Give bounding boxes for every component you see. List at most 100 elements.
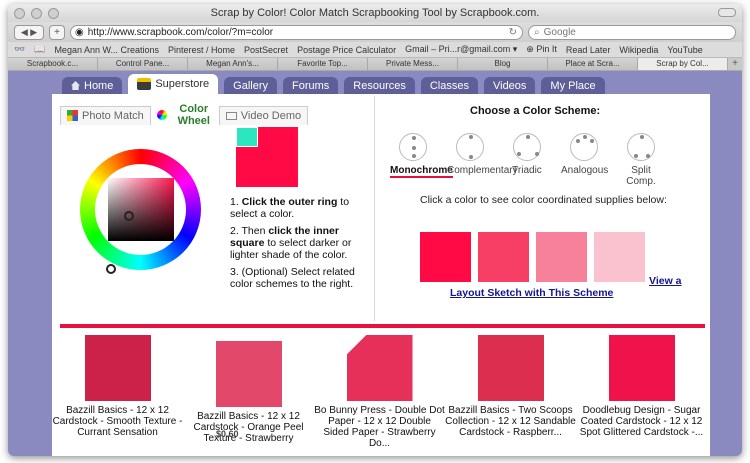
bookmark-item[interactable]: PostSecret bbox=[244, 45, 288, 55]
product-title[interactable]: Bazzill Basics - 12 x 12 Cardstock - Smo… bbox=[52, 405, 183, 438]
ring-selector-marker[interactable] bbox=[124, 211, 134, 221]
product-card[interactable]: Bazzill Basics - 12 x 12 Cardstock - Ora… bbox=[183, 335, 314, 449]
product-image[interactable] bbox=[477, 335, 544, 401]
product-card[interactable]: Doodlebug Design - Sugar Coated Cardstoc… bbox=[576, 335, 707, 449]
product-title[interactable]: Bazzill Basics - 12 x 12 Cardstock - Ora… bbox=[183, 411, 314, 444]
product-card[interactable]: Bazzill Basics - 12 x 12 Cardstock - Smo… bbox=[52, 335, 183, 449]
store-icon bbox=[137, 78, 152, 90]
instruction-step-1: 1. Click the outer ring to select a colo… bbox=[230, 196, 350, 220]
zoom-window-button[interactable] bbox=[48, 8, 59, 19]
bookmark-item[interactable]: Read Later bbox=[566, 45, 611, 55]
bookmark-item[interactable]: Gmail – Pri...r@gmail.com ▾ bbox=[405, 44, 517, 55]
bookmark-item[interactable]: YouTube bbox=[667, 45, 702, 55]
browser-tab[interactable]: Favorite Top... bbox=[278, 58, 368, 70]
window-controls bbox=[14, 8, 59, 19]
address-bar[interactable]: ◉ http://www.scrapbook.com/color/?m=colo… bbox=[70, 24, 523, 40]
nav-tab-classes[interactable]: Classes bbox=[420, 77, 478, 94]
tab-color-wheel[interactable]: Color Wheel bbox=[150, 100, 219, 130]
product-image[interactable] bbox=[84, 335, 151, 401]
nav-tab-label: Videos bbox=[492, 79, 527, 92]
scheme-swatches bbox=[420, 232, 645, 282]
nav-tab-label: Resources bbox=[353, 79, 406, 92]
browser-tab-active[interactable]: Scrap by Col... bbox=[638, 58, 728, 70]
toolbar-toggle-button[interactable] bbox=[718, 8, 736, 17]
accent-divider bbox=[60, 324, 705, 328]
instruction-text: 2. Then bbox=[230, 225, 269, 237]
shade-square[interactable] bbox=[108, 178, 174, 241]
product-title[interactable]: Bazzill Basics - Two Scoops Collection -… bbox=[445, 405, 576, 438]
browser-tab[interactable]: Blog bbox=[458, 58, 548, 70]
color-wheel-icon bbox=[156, 110, 167, 120]
product-title[interactable]: Doodlebug Design - Sugar Coated Cardstoc… bbox=[576, 405, 707, 438]
color-swatch[interactable] bbox=[536, 232, 587, 282]
scheme-label: Triadic bbox=[512, 165, 542, 176]
nav-tab-home[interactable]: Home bbox=[62, 77, 123, 94]
show-all-bookmarks-icon[interactable]: 📖 bbox=[34, 44, 45, 55]
browser-tab[interactable]: Place at Scra... bbox=[548, 58, 638, 70]
nav-tab-gallery[interactable]: Gallery bbox=[224, 77, 277, 94]
reload-icon[interactable]: ↻ bbox=[509, 26, 517, 39]
bookmark-item[interactable]: ⊕ Pin It bbox=[526, 44, 557, 55]
scheme-label: Analogous bbox=[561, 165, 609, 176]
bookmarks-bar: 👓 📖 Megan Ann W... Creations Pinterest /… bbox=[8, 42, 742, 58]
color-swatch[interactable] bbox=[478, 232, 529, 282]
split-complementary-icon bbox=[627, 133, 655, 161]
window-titlebar: Scrap by Color! Color Match Scrapbooking… bbox=[8, 4, 742, 22]
product-image[interactable] bbox=[608, 335, 675, 401]
scheme-label: Split Comp. bbox=[626, 165, 656, 187]
panel-divider bbox=[374, 96, 375, 321]
product-title[interactable]: Bo Bunny Press - Double Dot Paper - 12 x… bbox=[314, 405, 445, 449]
shade-selector-marker[interactable] bbox=[106, 264, 116, 274]
site-nav: Home Superstore Gallery Forums Resources… bbox=[52, 71, 710, 94]
color-swatch[interactable] bbox=[594, 232, 645, 282]
nav-tab-label: Superstore bbox=[155, 78, 210, 90]
product-image[interactable] bbox=[215, 341, 282, 407]
add-bookmark-icon[interactable]: + bbox=[49, 24, 65, 40]
minimize-window-button[interactable] bbox=[31, 8, 42, 19]
scheme-triadic[interactable]: Triadic bbox=[504, 133, 550, 187]
bookmark-item[interactable]: Pinterest / Home bbox=[168, 45, 235, 55]
browser-tab[interactable]: Scrapbook.c... bbox=[8, 58, 98, 70]
page-content: Home Superstore Gallery Forums Resources… bbox=[52, 71, 710, 456]
product-image[interactable] bbox=[346, 335, 413, 401]
reading-list-icon[interactable]: 👓 bbox=[14, 44, 25, 55]
bookmark-item[interactable]: Postage Price Calculator bbox=[297, 45, 396, 55]
nav-tab-label: My Place bbox=[550, 79, 596, 92]
nav-tab-forums[interactable]: Forums bbox=[283, 77, 339, 94]
product-card[interactable]: Bazzill Basics - Two Scoops Collection -… bbox=[445, 335, 576, 449]
bookmark-item[interactable]: Wikipedia bbox=[619, 45, 658, 55]
scheme-complementary[interactable]: Complementary bbox=[447, 133, 518, 187]
back-forward-button[interactable]: ◀ ▶ bbox=[14, 24, 44, 40]
scheme-split-complementary[interactable]: Split Comp. bbox=[618, 133, 664, 187]
nav-tab-label: Gallery bbox=[233, 79, 268, 92]
complementary-icon bbox=[456, 133, 484, 161]
scheme-analogous[interactable]: Analogous bbox=[561, 133, 609, 187]
close-window-button[interactable] bbox=[14, 8, 25, 19]
scheme-options: Monochrome Complementary Triadic Analogo… bbox=[390, 133, 664, 187]
nav-tab-superstore[interactable]: Superstore bbox=[128, 74, 219, 94]
browser-tabstrip: Scrapbook.c... Control Pane... Megan Ann… bbox=[8, 58, 742, 71]
window-title: Scrap by Color! Color Match Scrapbooking… bbox=[210, 7, 540, 19]
product-list: Bazzill Basics - 12 x 12 Cardstock - Smo… bbox=[52, 335, 710, 449]
nav-tab-videos[interactable]: Videos bbox=[483, 77, 536, 94]
new-tab-button[interactable]: + bbox=[728, 58, 742, 70]
tab-video-demo[interactable]: Video Demo bbox=[218, 105, 309, 125]
tab-photo-match[interactable]: Photo Match bbox=[60, 105, 151, 125]
analogous-icon bbox=[570, 133, 598, 161]
nav-tab-resources[interactable]: Resources bbox=[344, 77, 415, 94]
scheme-monochrome[interactable]: Monochrome bbox=[390, 133, 453, 187]
color-swatch[interactable] bbox=[420, 232, 471, 282]
product-card[interactable]: Bo Bunny Press - Double Dot Paper - 12 x… bbox=[314, 335, 445, 449]
browser-tab[interactable]: Control Pane... bbox=[98, 58, 188, 70]
layout-sketch-link[interactable]: Layout Sketch with This Scheme bbox=[450, 287, 613, 299]
browser-tab[interactable]: Private Mess... bbox=[368, 58, 458, 70]
search-field[interactable]: ⌕ Google bbox=[528, 24, 736, 40]
bookmark-item[interactable]: Megan Ann W... Creations bbox=[54, 45, 159, 55]
browser-tab[interactable]: Megan Ann's... bbox=[188, 58, 278, 70]
scheme-label: Monochrome bbox=[390, 165, 453, 178]
nav-tab-label: Home bbox=[84, 79, 114, 92]
view-link[interactable]: View a bbox=[649, 275, 682, 287]
supplies-hint: Click a color to see color coordinated s… bbox=[420, 194, 667, 206]
nav-tab-my-place[interactable]: My Place bbox=[541, 77, 605, 94]
previous-color-chip bbox=[236, 127, 258, 147]
